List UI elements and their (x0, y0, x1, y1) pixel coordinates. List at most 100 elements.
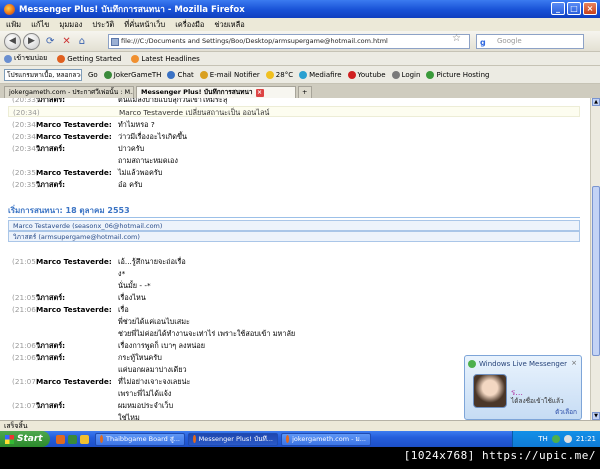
reload-icon[interactable]: ⟳ (46, 36, 54, 47)
notification-title: Windows Live Messenger (479, 360, 568, 368)
volume-icon[interactable] (563, 435, 572, 443)
menu-tools[interactable]: เครื่องมือ (175, 19, 204, 31)
go-button[interactable]: Go (88, 71, 98, 79)
close-button[interactable]: × (583, 2, 597, 15)
search-input[interactable]: g Google (476, 34, 584, 49)
forward-button[interactable]: ▶ (23, 32, 40, 50)
log-timestamp: (21:06) (12, 353, 39, 362)
search-placeholder: Google (497, 37, 522, 45)
menu-bookmarks[interactable]: ที่คั่นหน้าเว็บ (124, 19, 165, 31)
log-row: ช่วยพี่ไม่ค่อยได้ทำงานจะเท่าไร่ เพราะใช้… (8, 328, 580, 339)
notification-options-link[interactable]: ตัวเลือก (555, 407, 577, 417)
log-sender: วิภาสตร์: (36, 341, 66, 350)
chat-icon (167, 70, 176, 79)
bookmark-getting-started[interactable]: Getting Started (57, 54, 121, 63)
log-message: ต้นแมลงบายแบปลุกวันเขาใหม่ระลุ (118, 98, 228, 104)
log-sender: วิภาสตร์: (36, 293, 66, 302)
log-row: (20:34) Marco Testaverde: ว่าวมีเรื่องอะไร… (8, 131, 580, 142)
task-messenger-log[interactable]: Messenger Plus! บันทึ... (188, 432, 278, 446)
page-favicon (111, 38, 119, 46)
toolbar-item-login[interactable]: Login (391, 70, 420, 79)
log-row: (20:34) Marco Testaverde: ทำไมหรอ ? (8, 119, 580, 130)
quick-launch (56, 434, 89, 444)
maximize-button[interactable]: □ (567, 2, 581, 15)
start-button[interactable]: Start (0, 431, 50, 447)
task-jokergameth[interactable]: jokergameth.com - ม... (281, 432, 371, 446)
toolbar-item-picture-hosting[interactable]: Picture Hosting (426, 70, 490, 79)
log-row: (20:34) วิภาสตร์: ปาวครับ (8, 143, 580, 154)
log-row: พี่ช่วยได้แค่เอนไบเสมะ (8, 316, 580, 327)
log-timestamp: (21:07) (12, 377, 39, 386)
scroll-thumb[interactable] (592, 186, 600, 356)
language-indicator[interactable]: TH (538, 435, 548, 443)
back-button[interactable]: ◀ (4, 32, 21, 50)
home-icon[interactable]: ⌂ (79, 36, 85, 47)
status-bar: เสร็จสิ้น (0, 420, 600, 431)
menu-edit[interactable]: แก้ไข (31, 19, 49, 31)
title-bar[interactable]: Messenger Plus! บันทึกการสนทนา - Mozilla… (0, 0, 600, 18)
log-timestamp: (20:35) (12, 168, 39, 177)
toolbar-search-field[interactable]: โปรแกรมหาเบื้อ, หลอกลวง (4, 68, 82, 81)
log-message: ปาวครับ (118, 144, 145, 153)
log-sender: วิภาสตร์: (36, 401, 66, 410)
log-row: (20:34) Marco Testaverde เปลี่ยนสถานะเป็น… (8, 106, 580, 117)
log-sender: Marco Testaverde: (36, 377, 112, 386)
menu-help[interactable]: ช่วยเหลือ (214, 19, 244, 31)
toolbar-item-mediafire[interactable]: Mediafire (299, 70, 342, 79)
messenger-notification[interactable]: Windows Live Messenger × ร... ได้ลงชื่อเข… (464, 355, 582, 420)
url-bar[interactable]: file:///C:/Documents and Settings/Boo/De… (108, 34, 470, 49)
log-message: เอ้...รู้สึกนายจะถ่อเรื่อ (118, 257, 186, 266)
log-message: ช่วยพี่ไม่ค่อยได้ทำงานจะเท่าไร่ เพราะใช้… (118, 329, 296, 338)
scroll-down-icon[interactable]: ▼ (592, 412, 600, 420)
firefox-icon[interactable] (56, 434, 65, 444)
log-row: (21:06) Marco Testaverde: เรื่อ (8, 304, 580, 315)
log-timestamp: (21:07) (12, 401, 39, 410)
messenger-icon[interactable] (68, 434, 77, 444)
new-tab-button[interactable]: + (298, 86, 312, 98)
messenger-buddy-icon (468, 360, 476, 368)
log-message: เรื่อ (118, 305, 129, 314)
menu-file[interactable]: แฟ้ม (6, 19, 21, 31)
tab-messenger-log[interactable]: Messenger Plus! บันทึกการสนทนา × (136, 86, 296, 98)
bookmark-latest-headlines[interactable]: Latest Headlines (131, 54, 200, 63)
menu-view[interactable]: มุมมอง (59, 19, 82, 31)
bookmark-most-visited[interactable]: เข้าชมบ่อย (4, 53, 47, 64)
vertical-scrollbar[interactable]: ▲ ▼ (590, 98, 600, 420)
system-tray: TH 21:21 (512, 431, 600, 447)
notification-close-icon[interactable]: × (571, 359, 577, 367)
toolbar-item-email-notifier[interactable]: E-mail Notifier (199, 70, 260, 79)
session-header: เริ่มการสนทนา: 18 ตุลาคม 2553 (8, 205, 580, 218)
log-timestamp: (21:05) (12, 293, 39, 302)
log-message: ผมหมอประจำเว็บ (118, 401, 174, 410)
task-thaibbgame[interactable]: Thaibbgame Board สู่... (95, 432, 185, 446)
watermark-text: [1024x768] https://upic.me/ (403, 449, 596, 462)
toolbar-item-weather[interactable]: 28°C (265, 70, 293, 79)
close-tab-icon[interactable]: × (255, 88, 264, 97)
log-message: ว่าวมีเรื่องอะไรเกิดขึ้น (118, 132, 187, 141)
window-title: Messenger Plus! บันทึกการสนทนา - Mozilla… (19, 5, 245, 15)
picture-icon (426, 70, 435, 79)
toolbar-item-jokergame[interactable]: JokerGameTH (103, 70, 161, 79)
folder-icon[interactable] (80, 434, 89, 444)
participant-entry: วิภาสตร์ (armsupergame@hotmail.com) (8, 231, 580, 242)
url-text: file:///C:/Documents and Settings/Boo/De… (121, 37, 388, 45)
log-message: อ๋อ ครับ (118, 180, 143, 189)
log-timestamp: (20:34) (13, 108, 40, 117)
menu-history[interactable]: ประวัติ (92, 19, 114, 31)
messenger-tray-icon[interactable] (551, 435, 560, 443)
contact-avatar (473, 374, 507, 408)
bookmark-star-icon[interactable]: ☆ (452, 33, 461, 44)
log-sender: วิภาสตร์: (36, 144, 66, 153)
log-sender: วิภาสตร์: (36, 353, 66, 362)
toolbar-item-youtube[interactable]: Youtube (347, 70, 386, 79)
windows-flag-icon (5, 434, 14, 444)
toolbar-item-chat[interactable]: Chat (167, 70, 194, 79)
log-message: ใช่ไหม (118, 413, 140, 420)
stop-icon[interactable]: ✕ (62, 36, 70, 47)
tab-jokergameth[interactable]: jokergameth.com - ประกาศวีเพ่อนั้น : M..… (4, 86, 134, 98)
log-row: (20:35) Marco Testaverde: ไม่แล้วพอครับ (8, 167, 580, 178)
log-message: ง* (118, 269, 126, 278)
log-row: (21:05) Marco Testaverde: เอ้...รู้สึกนายจ… (8, 256, 580, 267)
minimize-button[interactable]: _ (551, 2, 565, 15)
scroll-up-icon[interactable]: ▲ (592, 98, 600, 106)
